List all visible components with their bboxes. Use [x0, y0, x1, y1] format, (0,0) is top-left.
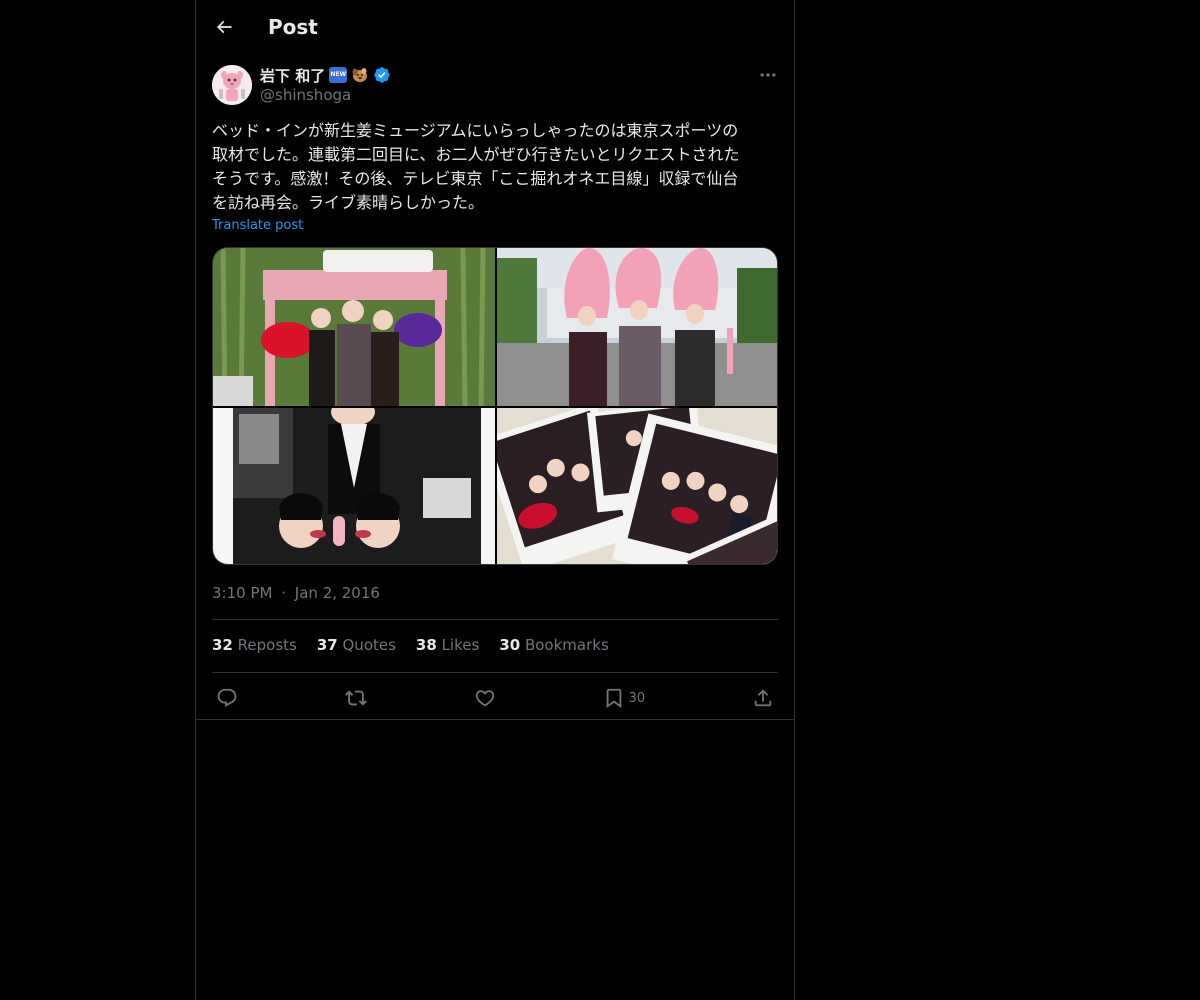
back-button[interactable]	[210, 13, 238, 41]
post-time: 3:10 PM	[212, 584, 273, 602]
stat-count: 37	[316, 636, 338, 654]
stat-reposts[interactable]: 32 Reposts	[212, 636, 297, 654]
post-column: Post 岩下 和了 NEW @shinshoga ベッド・インが新生姜ミュージ…	[195, 0, 795, 1000]
divider-bottom	[212, 672, 778, 673]
dog-emoji-icon	[352, 68, 368, 82]
stat-label: Likes	[441, 636, 480, 654]
stat-count: 30	[499, 636, 521, 654]
heart-icon	[475, 690, 494, 707]
translate-post-link[interactable]: Translate post	[212, 218, 303, 233]
photo-2-image	[497, 248, 777, 406]
share-button[interactable]	[752, 687, 774, 709]
display-name[interactable]: 岩下 和了	[260, 65, 325, 86]
verified-badge-icon[interactable]	[373, 66, 391, 84]
stat-label: Bookmarks	[524, 636, 609, 654]
author-line: 岩下 和了 NEW	[260, 64, 391, 86]
stat-likes[interactable]: 38 Likes	[416, 636, 479, 654]
more-options-button[interactable]	[756, 64, 780, 86]
stat-count: 32	[212, 636, 233, 654]
avatar-image	[212, 65, 252, 105]
photo-1-image	[213, 248, 495, 406]
photo-2[interactable]	[497, 248, 777, 406]
photo-4-image	[497, 408, 777, 564]
reply-button[interactable]	[216, 687, 238, 709]
like-button[interactable]	[474, 687, 496, 709]
photo-3-image	[213, 408, 495, 564]
stat-count: 38	[415, 636, 437, 654]
repost-icon	[344, 690, 367, 706]
arrow-left-icon	[216, 20, 232, 34]
more-horizontal-icon	[760, 73, 776, 77]
photo-3[interactable]	[213, 408, 495, 564]
post-header: Post	[196, 0, 794, 54]
handle[interactable]: @shinshoga	[260, 86, 351, 104]
post-date: Jan 2, 2016	[294, 584, 380, 602]
bookmark-button[interactable]: 30	[603, 687, 646, 709]
photo-1[interactable]	[213, 248, 495, 406]
stat-bookmarks[interactable]: 30 Bookmarks	[499, 636, 608, 654]
repost-button[interactable]	[344, 687, 367, 709]
media-grid	[212, 247, 778, 565]
page-title: Post	[268, 15, 318, 39]
bookmark-count: 30	[628, 690, 646, 706]
avatar[interactable]	[212, 65, 252, 105]
post-timestamp[interactable]: 3:10 PM · Jan 2, 2016	[212, 584, 380, 602]
share-icon	[754, 689, 772, 707]
stat-quotes[interactable]: 37 Quotes	[317, 636, 396, 654]
stat-label: Reposts	[237, 636, 297, 654]
divider-top	[212, 619, 778, 620]
action-bar: 30	[212, 683, 778, 713]
new-emoji-icon: NEW	[329, 67, 348, 83]
timestamp-separator: ·	[281, 584, 287, 602]
engagement-stats: 32 Reposts 37 Quotes 38 Likes 30 Bookmar…	[212, 636, 609, 654]
bookmark-icon	[606, 688, 621, 709]
stat-label: Quotes	[342, 636, 396, 654]
post-bottom-border	[196, 719, 794, 720]
photo-4[interactable]	[497, 408, 777, 564]
post-text: ベッド・インが新生姜ミュージアムにいらっしゃったのは東京スポーツの 取材でした。…	[212, 121, 740, 212]
reply-icon	[217, 688, 237, 707]
